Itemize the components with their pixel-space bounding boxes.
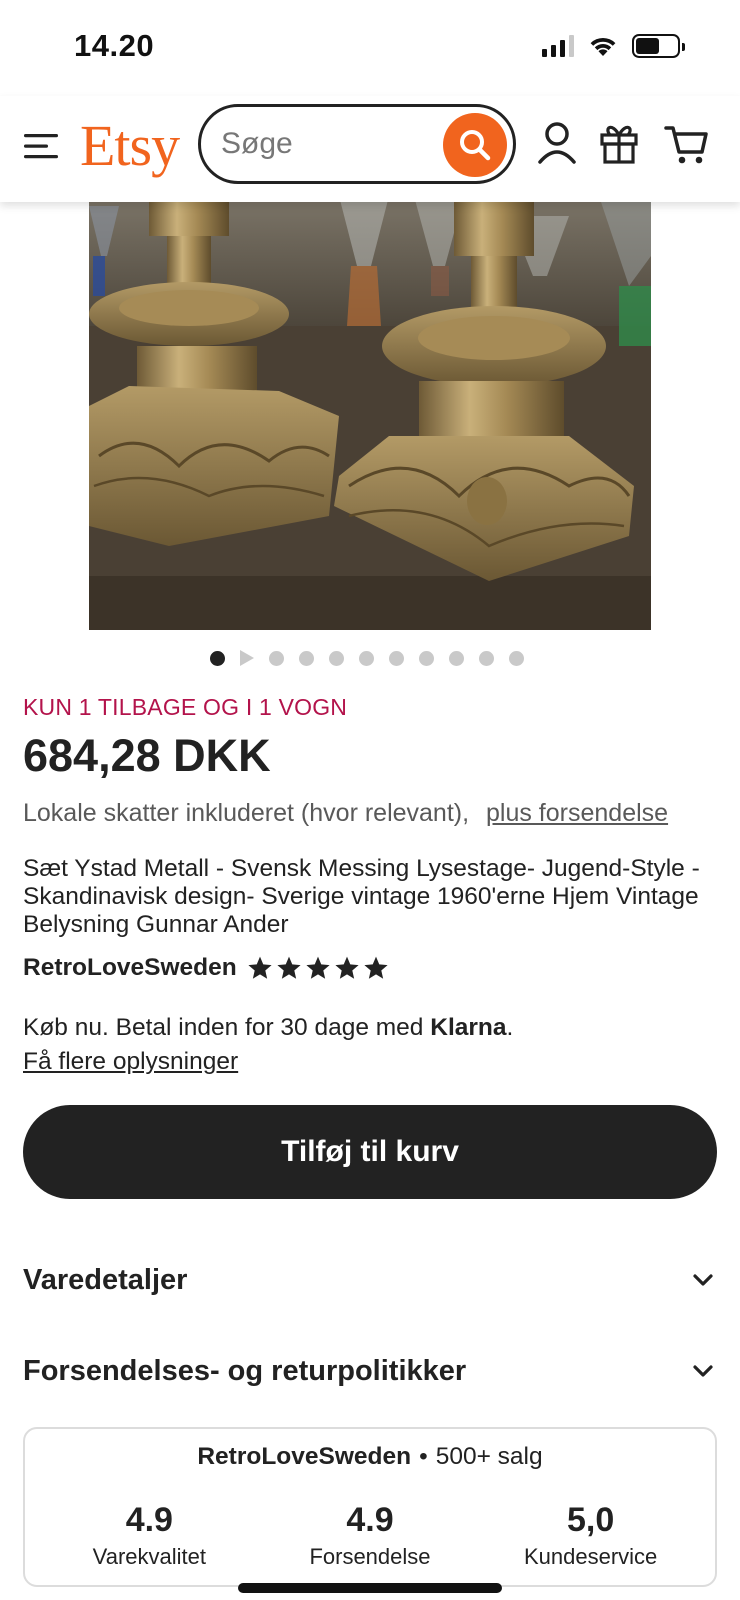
rating-item-service: 5,0 Kundeservice bbox=[496, 1501, 686, 1570]
account-icon[interactable] bbox=[534, 118, 580, 168]
star-icon bbox=[277, 956, 301, 979]
cart-icon[interactable] bbox=[664, 118, 710, 168]
etsy-logo[interactable]: Etsy bbox=[80, 112, 180, 179]
wifi-icon bbox=[590, 37, 616, 56]
search-icon bbox=[460, 130, 491, 161]
accordion-label: Varedetaljer bbox=[23, 1263, 188, 1296]
status-bar: 14.20 bbox=[0, 0, 740, 96]
status-icons bbox=[542, 34, 685, 58]
accordion-item-details[interactable]: Varedetaljer bbox=[23, 1250, 717, 1310]
carousel-dot[interactable] bbox=[479, 650, 494, 666]
klarna-text: Køb nu. Betal inden for 30 dage med bbox=[23, 1014, 424, 1041]
rating-item-quality: 4.9 Varekvalitet bbox=[54, 1501, 244, 1570]
accordion-label: Forsendelses- og returpolitikker bbox=[23, 1354, 467, 1387]
home-indicator[interactable] bbox=[238, 1583, 502, 1593]
carousel-dot[interactable] bbox=[299, 650, 314, 666]
carousel-dot[interactable] bbox=[269, 650, 284, 666]
rating-value: 4.9 bbox=[346, 1501, 394, 1539]
shop-card-header: RetroLoveSweden • 500+ salg bbox=[25, 1443, 715, 1471]
shop-summary-card[interactable]: RetroLoveSweden • 500+ salg 4.9 Varekvalit… bbox=[23, 1427, 717, 1587]
accordion-shipping-returns[interactable]: Forsendelses- og returpolitikker bbox=[23, 1341, 717, 1401]
tax-note-text: Lokale skatter inkluderet (hvor relevant… bbox=[23, 799, 470, 827]
shop-row: RetroLoveSweden bbox=[23, 954, 389, 982]
star-icon bbox=[364, 956, 388, 979]
search-input[interactable] bbox=[221, 121, 421, 167]
shop-card-name: RetroLoveSweden bbox=[197, 1443, 412, 1470]
product-image[interactable] bbox=[89, 196, 651, 630]
star-icon bbox=[335, 956, 359, 979]
shop-name-link[interactable]: RetroLoveSweden bbox=[23, 954, 237, 982]
shop-ratings: 4.9 Varekvalitet 4.9 Forsendelse 5,0 Kun… bbox=[25, 1501, 715, 1570]
rating-value: 4.9 bbox=[125, 1501, 173, 1539]
status-time: 14.20 bbox=[74, 28, 155, 63]
carousel-dot[interactable] bbox=[359, 650, 374, 666]
star-rating bbox=[247, 955, 389, 981]
site-header: Etsy bbox=[0, 96, 740, 202]
rating-item-shipping: 4.9 Forsendelse bbox=[275, 1501, 465, 1570]
rating-label: Forsendelse bbox=[309, 1544, 431, 1569]
carousel-dot[interactable] bbox=[449, 650, 464, 666]
separator: • bbox=[419, 1443, 428, 1470]
image-carousel-dots bbox=[210, 650, 524, 666]
rating-label: Varekvalitet bbox=[92, 1544, 206, 1569]
signal-icon bbox=[542, 35, 574, 57]
rating-value: 5,0 bbox=[567, 1501, 615, 1539]
chevron-down-icon bbox=[693, 1365, 713, 1377]
candlestick-photo bbox=[89, 196, 651, 630]
search-button[interactable] bbox=[443, 113, 507, 177]
video-play-icon[interactable] bbox=[240, 650, 254, 666]
carousel-dot[interactable] bbox=[509, 650, 524, 666]
tax-note: Lokale skatter inkluderet (hvor relevant… bbox=[23, 799, 668, 828]
klarna-more-info-link[interactable]: Få flere oplysninger bbox=[23, 1048, 238, 1076]
battery-icon bbox=[632, 34, 685, 58]
search-bar bbox=[198, 104, 516, 184]
carousel-dot[interactable] bbox=[210, 650, 225, 666]
star-icon bbox=[248, 956, 272, 979]
add-to-cart-button[interactable]: Tilføj til kurv bbox=[23, 1105, 717, 1199]
carousel-dot[interactable] bbox=[329, 650, 344, 666]
shop-sales-count: 500+ salg bbox=[435, 1443, 543, 1470]
carousel-dot[interactable] bbox=[389, 650, 404, 666]
carousel-dot[interactable] bbox=[419, 650, 434, 666]
hamburger-menu-icon[interactable] bbox=[22, 126, 62, 166]
klarna-suffix: . bbox=[506, 1014, 514, 1041]
klarna-brand: Klarna bbox=[430, 1014, 507, 1041]
gift-icon[interactable] bbox=[596, 118, 642, 168]
rating-label: Kundeservice bbox=[523, 1544, 658, 1569]
star-icon bbox=[306, 956, 330, 979]
chevron-down-icon bbox=[693, 1274, 713, 1286]
shipping-link[interactable]: plus forsendelse bbox=[486, 799, 668, 827]
klarna-message: Køb nu. Betal inden for 30 dage med Klar… bbox=[23, 1014, 513, 1042]
stock-notice: KUN 1 TILBAGE OG I 1 VOGN bbox=[23, 694, 348, 720]
product-title: Sæt Ystad Metall - Svensk Messing Lysest… bbox=[23, 855, 700, 938]
product-price: 684,28 DKK bbox=[23, 730, 271, 781]
